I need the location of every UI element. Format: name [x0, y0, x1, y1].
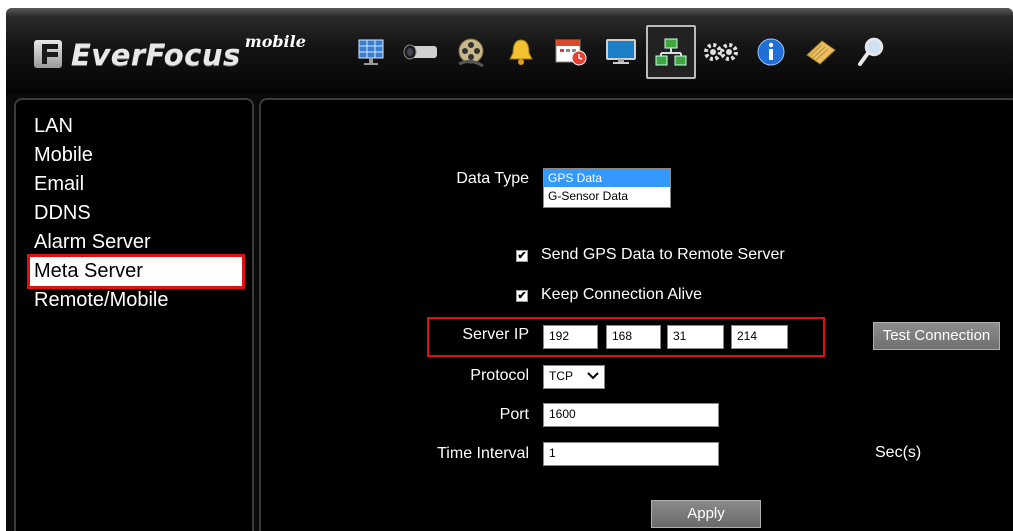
- server-ip-octet-1[interactable]: 192: [543, 325, 598, 349]
- sidebar-item-lan[interactable]: LAN: [32, 112, 242, 141]
- brand-suffix: mobile: [244, 32, 306, 51]
- settings-sidebar: LAN Mobile Email DDNS Alarm Server Meta …: [14, 98, 254, 531]
- layout-grid-icon[interactable]: [346, 25, 396, 79]
- protocol-label: Protocol: [470, 367, 529, 384]
- alarm-bell-icon[interactable]: [496, 25, 546, 79]
- sidebar-item-alarm-server[interactable]: Alarm Server: [32, 228, 242, 257]
- monitor-icon[interactable]: [596, 25, 646, 79]
- server-ip-label: Server IP: [462, 326, 529, 343]
- header-bar: EverFocus mobile: [6, 8, 1013, 94]
- data-type-option-gps[interactable]: GPS Data: [544, 169, 670, 187]
- camera-icon[interactable]: [396, 25, 446, 79]
- time-interval-unit: Sec(s): [875, 444, 922, 461]
- settings-gears-icon[interactable]: [696, 25, 746, 79]
- everfocus-logo-icon: [34, 40, 62, 68]
- sidebar-item-email[interactable]: Email: [32, 170, 242, 199]
- data-type-listbox[interactable]: GPS Data G-Sensor Data: [543, 168, 671, 208]
- notepad-icon[interactable]: [796, 25, 846, 79]
- server-ip-octet-2[interactable]: 168: [606, 325, 661, 349]
- sidebar-item-ddns[interactable]: DDNS: [32, 199, 242, 228]
- protocol-select[interactable]: TCP: [543, 365, 605, 389]
- chevron-down-icon: [587, 369, 599, 386]
- calendar-clock-icon[interactable]: [546, 25, 596, 79]
- sidebar-item-meta-server[interactable]: Meta Server: [27, 254, 245, 289]
- apply-button[interactable]: Apply: [651, 500, 761, 528]
- send-gps-label: Send GPS Data to Remote Server: [541, 246, 785, 263]
- port-label: Port: [499, 406, 529, 423]
- network-menu: LAN Mobile Email DDNS Alarm Server Meta …: [27, 112, 245, 315]
- brand-name: EverFocus: [71, 38, 241, 72]
- data-type-label: Data Type: [456, 170, 529, 187]
- data-type-option-gsensor[interactable]: G-Sensor Data: [544, 187, 670, 205]
- sidebar-item-remote-mobile[interactable]: Remote/Mobile: [32, 286, 242, 315]
- logo: EverFocus mobile: [34, 32, 306, 76]
- search-icon[interactable]: [846, 25, 896, 79]
- info-icon[interactable]: [746, 25, 796, 79]
- keep-alive-checkbox[interactable]: ✔: [516, 290, 528, 302]
- test-connection-button[interactable]: Test Connection: [873, 322, 1000, 350]
- server-ip-octet-4[interactable]: 214: [731, 325, 788, 349]
- server-ip-octet-3[interactable]: 31: [667, 325, 724, 349]
- keep-alive-label: Keep Connection Alive: [541, 286, 702, 303]
- time-interval-input[interactable]: 1: [543, 442, 719, 466]
- app-window: EverFocus mobile LAN Mobile Email DDNS A…: [6, 8, 1013, 531]
- sidebar-item-mobile[interactable]: Mobile: [32, 141, 242, 170]
- film-reel-icon[interactable]: [446, 25, 496, 79]
- time-interval-label: Time Interval: [437, 445, 529, 462]
- send-gps-checkbox[interactable]: ✔: [516, 250, 528, 262]
- network-icon[interactable]: [646, 25, 696, 79]
- port-input[interactable]: 1600: [543, 403, 719, 427]
- protocol-value: TCP: [549, 369, 573, 383]
- meta-server-settings-panel: Data Type GPS Data G-Sensor Data ✔ Send …: [259, 98, 1013, 531]
